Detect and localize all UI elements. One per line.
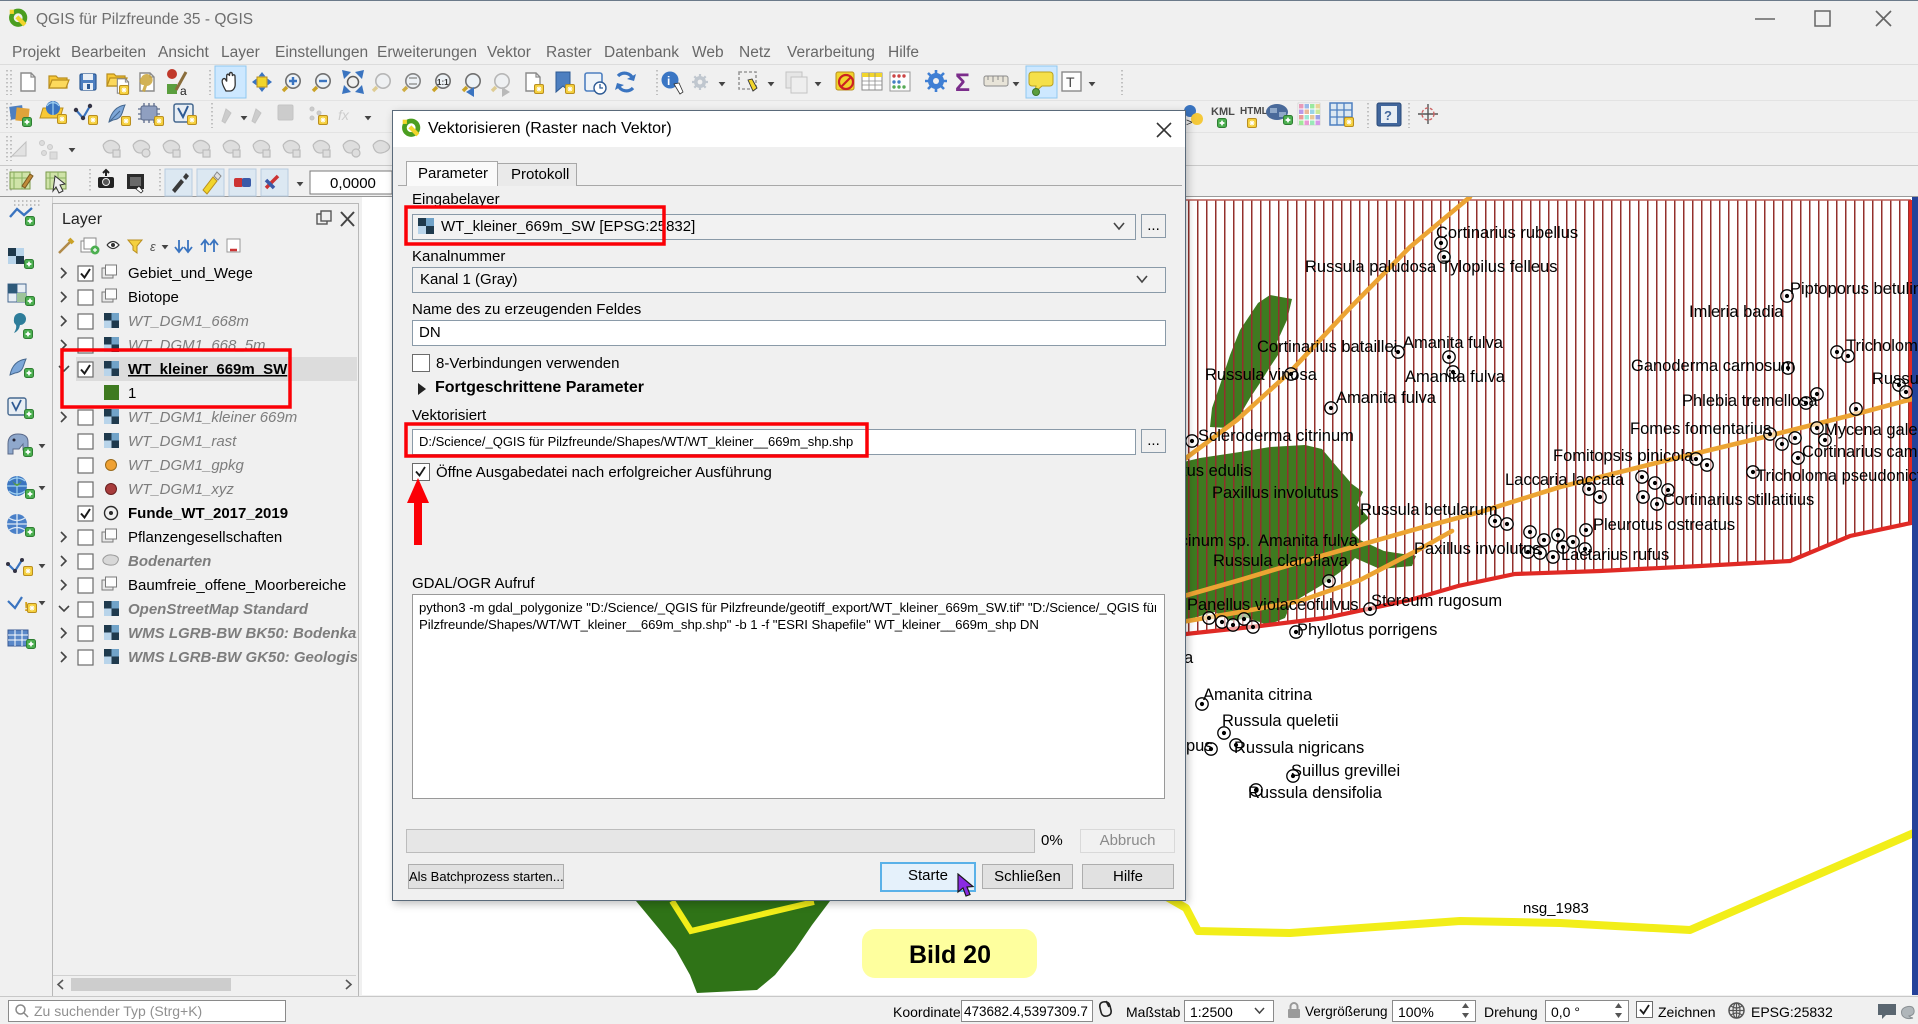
svg-text:Amanita fulva: Amanita fulva — [1258, 532, 1359, 550]
svg-text:?: ? — [1384, 108, 1392, 123]
svg-text:WT_DGM1_668_5m: WT_DGM1_668_5m — [128, 337, 266, 354]
svg-text:Piptoporus betulinus: Piptoporus betulinus — [1790, 280, 1918, 298]
svg-text:pus: pus — [1186, 737, 1213, 755]
svg-text:KML: KML — [1211, 106, 1235, 118]
svg-text:Bodenarten: Bodenarten — [128, 553, 211, 570]
svg-text:Bild 20: Bild 20 — [909, 941, 991, 969]
svg-text:WT_DGM1_668m: WT_DGM1_668m — [128, 313, 249, 330]
svg-text:Funde_WT_2017_2019: Funde_WT_2017_2019 — [128, 505, 288, 522]
svg-text:WMS LGRB-BW GK50: Geologisc: WMS LGRB-BW GK50: Geologisc — [128, 649, 357, 666]
svg-text:Russula: Russula — [1872, 370, 1918, 388]
svg-text:Pleurotus ostreatus: Pleurotus ostreatus — [1593, 516, 1735, 534]
svg-text:T: T — [1066, 74, 1075, 90]
svg-text:Russula densifolia: Russula densifolia — [1248, 784, 1383, 802]
svg-text:WMS LGRB-BW BK50: Bodenkart: WMS LGRB-BW BK50: Bodenkart — [128, 625, 357, 642]
svg-text:Baumfreie_offene_Moorbereiche: Baumfreie_offene_Moorbereiche — [128, 577, 346, 594]
svg-text:Scleroderma citrinum: Scleroderma citrinum — [1198, 427, 1354, 445]
svg-text:Imleria badia: Imleria badia — [1689, 303, 1784, 321]
svg-text:Russula paludosa: Russula paludosa — [1305, 258, 1437, 276]
svg-text:Ganoderma carnosum: Ganoderma carnosum — [1631, 357, 1795, 375]
svg-text:a: a — [180, 84, 187, 98]
svg-text:Fomitopsis pinicola: Fomitopsis pinicola — [1553, 447, 1694, 465]
svg-text:>: > — [1186, 117, 1192, 129]
svg-text:Stereum rugosum: Stereum rugosum — [1371, 592, 1502, 610]
svg-text:Amanita fulva: Amanita fulva — [1405, 368, 1506, 386]
svg-text:WT_DGM1_rast: WT_DGM1_rast — [128, 433, 237, 450]
svg-text:HTML: HTML — [1240, 106, 1268, 117]
svg-text:Biotope: Biotope — [128, 289, 179, 306]
svg-text:Tricholomopsis: Tricholomopsis — [1846, 337, 1918, 355]
svg-text:Gebiet_und_Wege: Gebiet_und_Wege — [128, 265, 253, 282]
svg-text:WT_kleiner_669m_SW: WT_kleiner_669m_SW — [128, 361, 288, 378]
svg-text:Paxillus involutus: Paxillus involutus — [1212, 484, 1339, 502]
svg-text:Amanita fulva: Amanita fulva — [1403, 334, 1504, 352]
svg-text:fx: fx — [338, 107, 350, 123]
svg-text:ε: ε — [150, 239, 156, 254]
svg-text:Cortinarius bataillei: Cortinarius bataillei — [1257, 338, 1397, 356]
svg-text:Pflanzengesellschaften: Pflanzengesellschaften — [128, 529, 282, 546]
svg-text:Lactarius rufus: Lactarius rufus — [1561, 546, 1669, 564]
svg-text:Paxillus involutus: Paxillus involutus — [1414, 540, 1541, 558]
svg-text:Phyllotus porrigens: Phyllotus porrigens — [1297, 621, 1437, 639]
svg-text:Σ: Σ — [955, 69, 970, 97]
svg-text:Panellus violaceofulvus: Panellus violaceofulvus — [1187, 596, 1359, 614]
svg-text:Tricholoma pseudonictitans: Tricholoma pseudonictitans — [1756, 467, 1918, 485]
svg-text:1:1: 1:1 — [437, 78, 449, 87]
svg-text:Cortinarius rubellus: Cortinarius rubellus — [1436, 224, 1578, 242]
svg-text:Tylopilus felleus: Tylopilus felleus — [1441, 258, 1557, 276]
svg-text:0,0000: 0,0000 — [330, 175, 376, 192]
svg-text:Phlebia tremellosa: Phlebia tremellosa — [1682, 392, 1819, 410]
svg-text:1: 1 — [128, 385, 136, 402]
svg-text:i: i — [667, 74, 670, 88]
svg-text:Russula betularum: Russula betularum — [1360, 501, 1498, 519]
svg-text:Cortinarius camphoratus: Cortinarius camphoratus — [1802, 443, 1918, 461]
svg-text:Russula claroflava: Russula claroflava — [1213, 552, 1349, 570]
svg-text:nsg_1983: nsg_1983 — [1523, 900, 1589, 917]
svg-text:Laccaria laccata: Laccaria laccata — [1505, 471, 1625, 489]
svg-text:WT_DGM1_gpkg: WT_DGM1_gpkg — [128, 457, 245, 474]
svg-text:Fomes fomentarius: Fomes fomentarius — [1630, 420, 1771, 438]
svg-text:WT_DGM1_kleiner 669m: WT_DGM1_kleiner 669m — [128, 409, 297, 426]
svg-text:Russula nigricans: Russula nigricans — [1234, 739, 1364, 757]
svg-text:Cortinarius stillatitius: Cortinarius stillatitius — [1663, 491, 1814, 509]
svg-text:OpenStreetMap Standard: OpenStreetMap Standard — [128, 601, 309, 618]
svg-text:Russula vinosa: Russula vinosa — [1205, 366, 1318, 384]
svg-text:Amanita fulva: Amanita fulva — [1336, 389, 1437, 407]
svg-text:Mycena galericulata: Mycena galericulata — [1824, 421, 1918, 439]
svg-text:Russula queletii: Russula queletii — [1222, 712, 1338, 730]
svg-text:Amanita citrina: Amanita citrina — [1203, 686, 1313, 704]
svg-text:WT_DGM1_xyz: WT_DGM1_xyz — [128, 481, 234, 498]
svg-text:Suillus grevillei: Suillus grevillei — [1291, 762, 1400, 780]
